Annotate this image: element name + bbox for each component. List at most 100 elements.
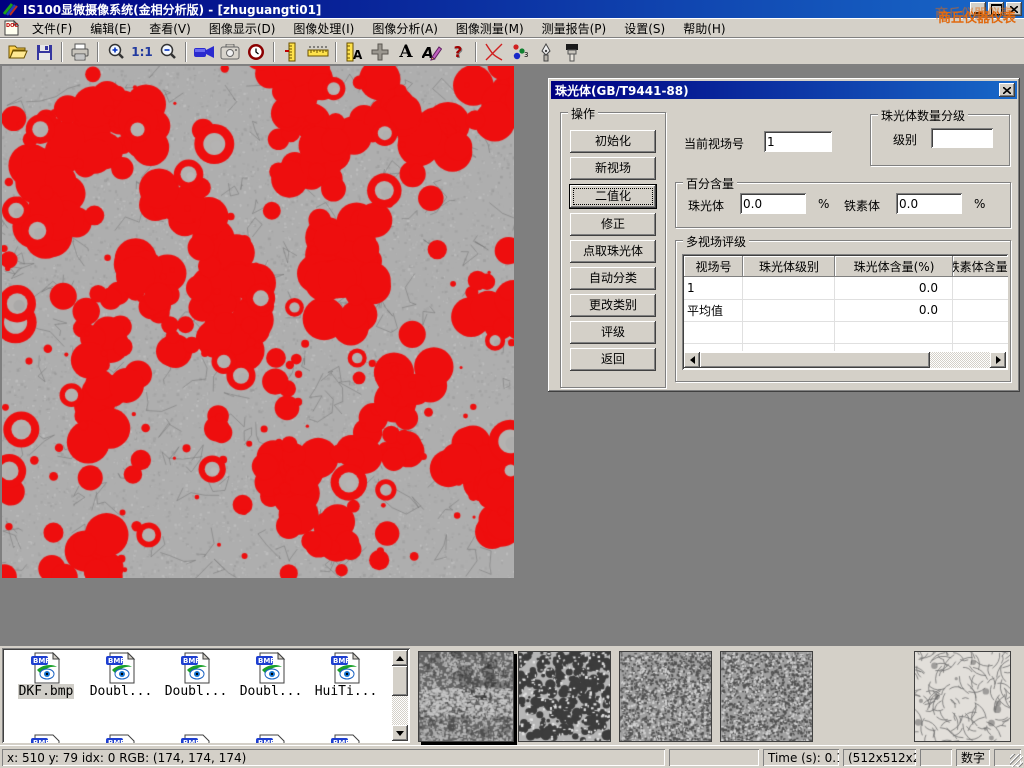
thumbnail-2[interactable] [518,651,611,742]
svg-text:BMP: BMP [183,739,200,743]
file-name[interactable]: HuiTi... [314,684,379,699]
menu-settings[interactable]: 设置(S) [615,18,674,39]
menu-file[interactable]: 文件(F) [23,18,81,39]
auto-classify-button[interactable]: 自动分类 [570,267,656,290]
file-browser[interactable]: BMP DKF.bmp BMP Doubl... BMP Doubl... BM… [2,648,410,743]
file-name[interactable]: DKF.bmp [18,684,75,699]
file-item[interactable]: BMP [160,734,232,743]
file-name[interactable]: Doubl... [239,684,304,699]
brush-tool-icon[interactable] [559,40,585,64]
move-icon[interactable] [367,40,393,64]
dialog-close-icon[interactable] [999,83,1015,97]
minimize-button[interactable] [970,2,986,16]
new-field-button[interactable]: 新视场 [570,157,656,180]
file-item[interactable]: BMP [85,734,157,743]
table-row[interactable]: 平均值 0.0 [684,299,1008,322]
file-list-scrollbar[interactable] [392,650,408,741]
caliper-icon[interactable] [279,40,305,64]
table-h-scrollbar[interactable] [684,352,1006,368]
file-name[interactable]: Doubl... [89,684,154,699]
file-item[interactable]: BMP Doubl... [160,652,232,699]
menu-edit[interactable]: 编辑(E) [81,18,140,39]
file-item[interactable]: BMP HuiTi... [310,652,382,699]
scroll-thumb[interactable] [700,352,930,368]
dialog-title: 珠光体(GB/T9441-88) [555,82,689,99]
binarize-button[interactable]: 二值化 [570,185,656,208]
measure-text-icon[interactable]: A [341,40,367,64]
scroll-thumb[interactable] [392,666,408,696]
timer-icon[interactable] [243,40,269,64]
open-file-icon[interactable] [5,40,31,64]
ruler-icon[interactable] [305,40,331,64]
child-document-icon[interactable]: DOC [4,20,19,36]
col-pearlite-grade[interactable]: 珠光体级别 [743,256,835,277]
thumbnail-3[interactable] [619,651,712,742]
current-field-input[interactable] [764,131,832,152]
operations-group: 操作 初始化 新视场 二值化 修正 点取珠光体 自动分类 更改类别 评级 返回 [560,112,666,388]
zoom-in-icon[interactable] [103,40,129,64]
col-pearlite-content[interactable]: 珠光体含量(%) [835,256,953,277]
pearlite-percent-input[interactable] [740,193,806,214]
file-item[interactable]: BMP Doubl... [85,652,157,699]
thumbnail-4[interactable] [720,651,813,742]
file-item[interactable]: BMP [310,734,382,743]
menu-bar: DOC 文件(F) 编辑(E) 查看(V) 图像显示(D) 图像处理(I) 图像… [0,18,1024,38]
level-input[interactable] [931,128,993,148]
thumbnail-5[interactable] [914,651,1011,742]
multi-field-table[interactable]: 视场号 珠光体级别 珠光体含量(%) 铁素体含量(%) 1 0.0 平均值 0.… [682,254,1008,370]
scroll-down-icon[interactable] [392,725,408,741]
close-button[interactable] [1006,2,1022,16]
table-row[interactable]: 1 0.0 [684,277,1008,300]
current-field-label: 当前视场号 [684,135,744,152]
cell-ferrite-content [953,277,1008,299]
menu-image-display[interactable]: 图像显示(D) [200,18,285,39]
curve-tool-icon[interactable] [481,40,507,64]
cell-field-number: 平均值 [684,299,743,321]
grading-group-label: 珠光体数量分级 [878,107,968,124]
text-icon[interactable]: A [393,40,419,64]
help-icon[interactable]: ? [445,40,471,64]
file-name[interactable]: Doubl... [164,684,229,699]
ferrite-label: 铁素体 [844,197,880,214]
cell-ferrite-content [953,299,1008,321]
col-ferrite-content[interactable]: 铁素体含量(%) [953,256,1008,277]
bmp-file-icon: BMP [104,652,138,684]
pen-tool-icon[interactable] [533,40,559,64]
initialize-button[interactable]: 初始化 [570,130,656,153]
snapshot-icon[interactable] [217,40,243,64]
pick-pearlite-button[interactable]: 点取珠光体 [570,240,656,263]
file-item[interactable]: BMP DKF.bmp [10,652,82,699]
particle-count-icon[interactable]: 3 [507,40,533,64]
menu-help[interactable]: 帮助(H) [674,18,734,39]
menu-image-analysis[interactable]: 图像分析(A) [363,18,447,39]
scroll-left-icon[interactable] [684,352,700,368]
thumbnail-1[interactable] [418,651,514,742]
menu-image-measure[interactable]: 图像测量(M) [447,18,533,39]
zoom-out-icon[interactable] [155,40,181,64]
actual-size-icon[interactable]: 1:1 [129,40,155,64]
maximize-button[interactable] [988,2,1004,16]
app-icon [3,2,19,16]
col-field-number[interactable]: 视场号 [684,256,743,277]
change-class-button[interactable]: 更改类别 [570,294,656,317]
svg-text:BMP: BMP [33,739,50,743]
menu-image-processing[interactable]: 图像处理(I) [284,18,363,39]
print-icon[interactable] [67,40,93,64]
video-capture-icon[interactable] [191,40,217,64]
return-button[interactable]: 返回 [570,348,656,371]
file-item[interactable]: BMP [235,734,307,743]
file-item[interactable]: BMP [10,734,82,743]
file-item[interactable]: BMP Doubl... [235,652,307,699]
scroll-up-icon[interactable] [392,650,408,666]
specimen-image[interactable] [2,66,514,578]
ferrite-percent-input[interactable] [896,193,962,214]
save-icon[interactable] [31,40,57,64]
menu-view[interactable]: 查看(V) [140,18,200,39]
rate-button[interactable]: 评级 [570,321,656,344]
dialog-title-bar[interactable]: 珠光体(GB/T9441-88) [551,81,1017,99]
menu-measure-report[interactable]: 测量报告(P) [533,18,616,39]
edit-annotation-icon[interactable]: A [419,40,445,64]
resize-grip[interactable] [1010,754,1023,767]
scroll-right-icon[interactable] [990,352,1006,368]
correct-button[interactable]: 修正 [570,213,656,236]
